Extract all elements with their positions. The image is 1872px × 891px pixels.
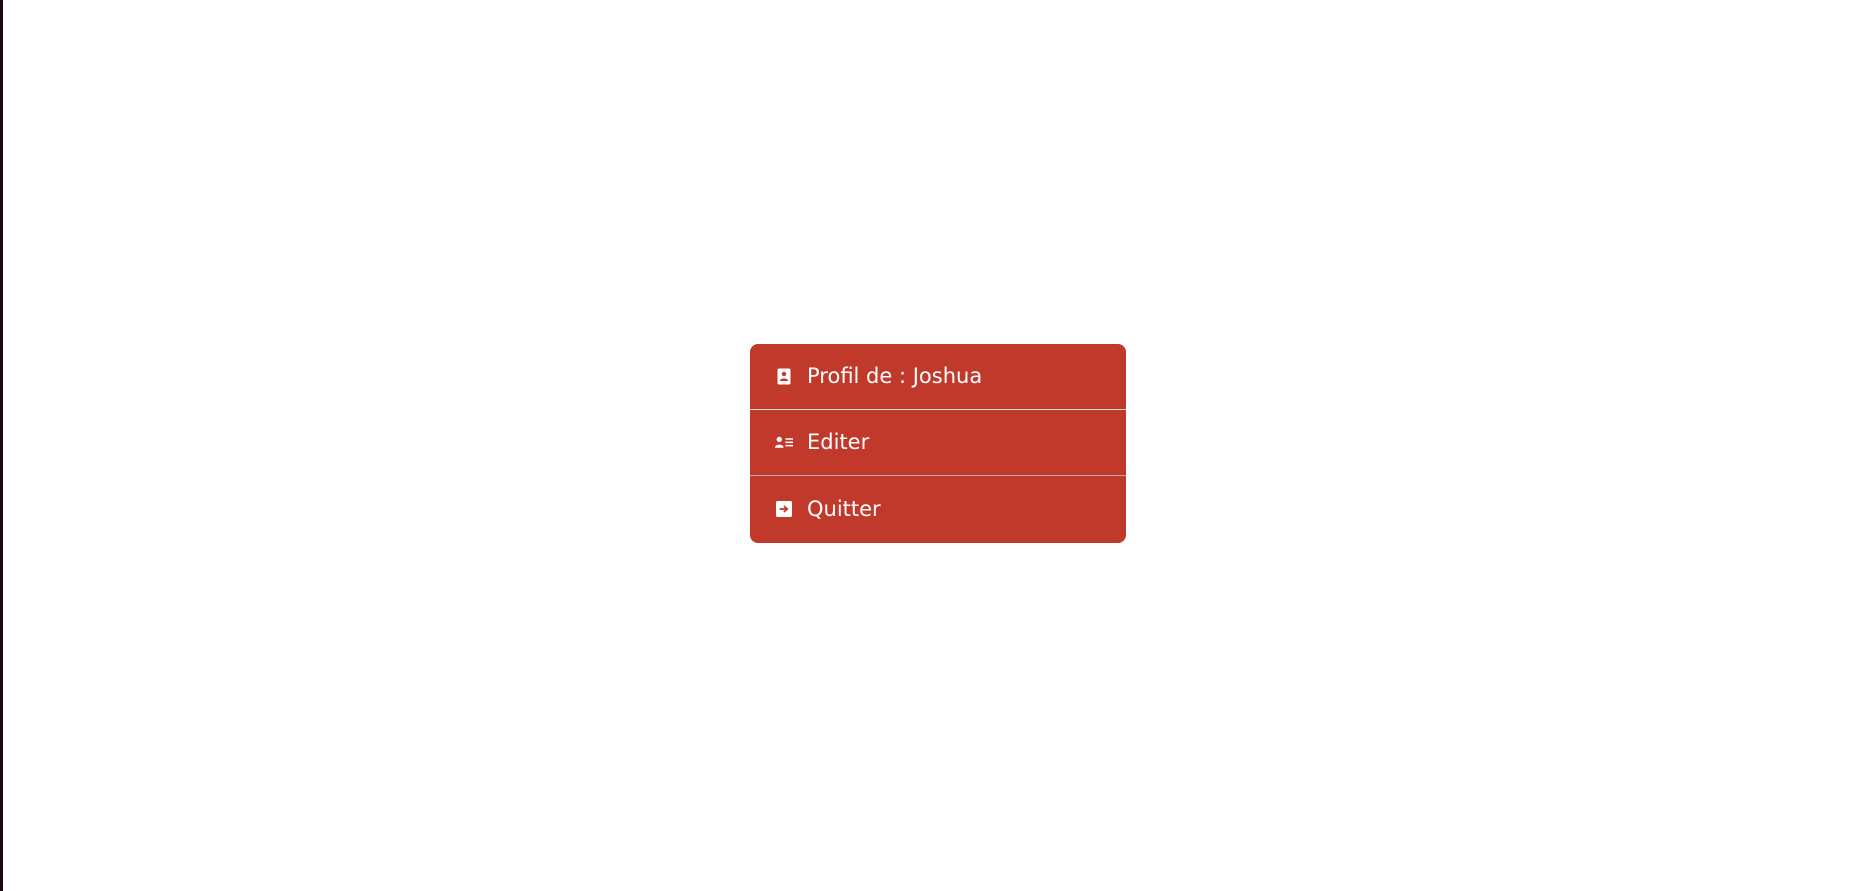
- menu-item-quit[interactable]: Quitter: [750, 476, 1126, 542]
- menu-item-label: Editer: [807, 430, 870, 454]
- contact-card-icon: [775, 368, 793, 386]
- user-menu: Profil de : Joshua Editer Quitter: [750, 344, 1126, 543]
- sign-out-icon: [775, 500, 793, 518]
- menu-item-profile[interactable]: Profil de : Joshua: [750, 344, 1126, 410]
- menu-item-label: Quitter: [807, 496, 881, 521]
- page: Profil de : Joshua Editer Quitter: [0, 0, 1872, 891]
- menu-item-edit[interactable]: Editer: [750, 410, 1126, 476]
- user-list-icon: [775, 434, 793, 452]
- menu-item-label: Profil de : Joshua: [807, 364, 983, 388]
- window-left-edge: [0, 0, 3, 891]
